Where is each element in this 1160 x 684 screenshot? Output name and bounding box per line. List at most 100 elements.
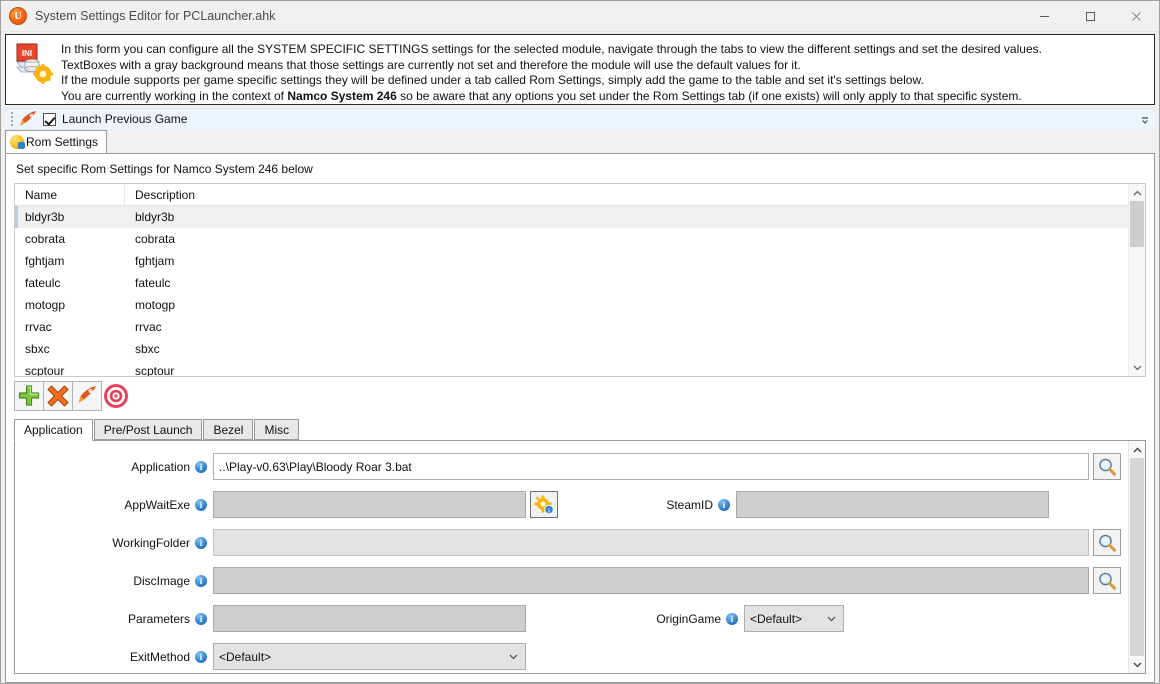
rom-list-scrollbar[interactable] <box>1128 184 1145 376</box>
form-scroll-thumb[interactable] <box>1130 458 1144 656</box>
green-plus-icon <box>17 384 41 408</box>
info-icon[interactable]: i <box>195 574 207 587</box>
tab-pre-post-launch[interactable]: Pre/Post Launch <box>93 419 203 440</box>
field-appwaitexe-steamid: AppWaitExe i i SteamID i <box>15 491 1128 518</box>
rom-list-scroll-track[interactable] <box>1129 201 1145 359</box>
label-parameters: Parameters i <box>15 612 213 626</box>
launch-rom-button[interactable] <box>72 381 102 411</box>
table-row[interactable]: bldyr3b bldyr3b <box>15 206 1145 228</box>
launch-previous-game-checkbox[interactable] <box>43 112 56 126</box>
label-discimage-text: DiscImage <box>133 573 190 588</box>
rom-list-scroll-thumb[interactable] <box>1130 201 1144 247</box>
gear-info-icon: i <box>534 495 554 515</box>
exitmethod-select[interactable]: <Default> <box>213 643 526 670</box>
info-icon[interactable]: i <box>718 498 730 511</box>
magnifier-icon <box>1097 533 1117 553</box>
overflow-chevron-icon[interactable] <box>1140 113 1150 127</box>
close-button[interactable] <box>1113 1 1159 32</box>
rom-settings-icon <box>10 135 25 149</box>
rom-list-header: Name Description <box>15 184 1145 206</box>
cell-name: rrvac <box>25 320 52 334</box>
settings-tab-strip: Application Pre/Post Launch Bezel Misc <box>14 419 1146 441</box>
table-row[interactable]: sbxc sbxc <box>15 338 1145 360</box>
label-steamid: SteamID i <box>558 498 736 512</box>
discimage-browse-button[interactable] <box>1093 567 1121 594</box>
table-row[interactable]: scptour scptour <box>15 360 1145 376</box>
label-exitmethod-text: ExitMethod <box>129 649 190 664</box>
cell-name: fghtjam <box>25 254 65 268</box>
info-icon[interactable]: i <box>195 460 207 473</box>
svg-text:i: i <box>548 507 550 514</box>
chevron-down-icon <box>509 654 518 660</box>
table-row[interactable]: cobrata cobrata <box>15 228 1145 250</box>
form-scrollbar[interactable] <box>1128 441 1145 673</box>
rocket-icon[interactable] <box>17 110 39 128</box>
rom-list[interactable]: Name Description bldyr3b bldyr3b cobrata… <box>14 183 1146 377</box>
cell-description: cobrata <box>135 232 176 246</box>
steamid-input[interactable] <box>736 491 1049 518</box>
scroll-up-icon[interactable] <box>1129 441 1145 458</box>
column-header-name[interactable]: Name <box>15 184 125 205</box>
cell-description: fateulc <box>135 276 171 290</box>
cell-description: bldyr3b <box>135 210 175 224</box>
cell-name: cobrata <box>25 232 66 246</box>
cell-name: bldyr3b <box>25 210 65 224</box>
tab-application[interactable]: Application <box>14 419 93 441</box>
info-icon[interactable]: i <box>195 498 207 511</box>
cell-name: motogp <box>25 298 66 312</box>
field-exitmethod: ExitMethod i <Default> <box>15 643 1128 670</box>
table-row[interactable]: rrvac rrvac <box>15 316 1145 338</box>
table-row[interactable]: fghtjam fghtjam <box>15 250 1145 272</box>
parameters-input[interactable] <box>213 605 526 632</box>
info-icon[interactable]: i <box>195 536 207 549</box>
rom-list-body: bldyr3b bldyr3b cobrata cobrata fghtjam … <box>15 206 1145 376</box>
scroll-up-icon[interactable] <box>1129 184 1145 201</box>
label-appwaitexe: AppWaitExe i <box>15 498 213 512</box>
origingame-select[interactable]: <Default> <box>744 605 844 632</box>
minimize-button[interactable] <box>1021 1 1067 32</box>
application-browse-button[interactable] <box>1093 453 1121 480</box>
application-input[interactable]: ..\Play-v0.63\Play\Bloody Roar 3.bat <box>213 453 1089 480</box>
info-icon[interactable]: i <box>195 612 207 625</box>
discimage-input[interactable] <box>213 567 1089 594</box>
toolbar-grip[interactable] <box>8 111 15 127</box>
target-bullseye-icon <box>103 383 129 409</box>
column-header-description[interactable]: Description <box>125 184 1145 205</box>
workingfolder-browse-button[interactable] <box>1093 529 1121 556</box>
tab-misc[interactable]: Misc <box>254 419 300 440</box>
rom-settings-panel: Set specific Rom Settings for Namco Syst… <box>5 153 1155 683</box>
tab-rom-settings-label: Rom Settings <box>26 135 99 149</box>
cell-name: fateulc <box>25 276 61 290</box>
delete-rom-button[interactable] <box>43 381 73 411</box>
application-settings-form: Application i ..\Play-v0.63\Play\Bloody … <box>14 441 1146 674</box>
top-tab-strip: Rom Settings <box>5 130 1155 153</box>
label-origingame: OriginGame i <box>526 612 744 626</box>
banner-line-4-post: so be aware that any options you set und… <box>396 88 1022 103</box>
scroll-down-icon[interactable] <box>1129 656 1145 673</box>
window-title: System Settings Editor for PCLauncher.ah… <box>35 9 276 23</box>
appwaitexe-input[interactable] <box>213 491 526 518</box>
label-exitmethod: ExitMethod i <box>15 650 213 664</box>
tab-bezel[interactable]: Bezel <box>203 419 254 440</box>
add-rom-button[interactable] <box>14 381 44 411</box>
banner-text: In this form you can configure all the S… <box>61 39 1149 104</box>
info-icon[interactable]: i <box>195 650 207 663</box>
tab-rom-settings[interactable]: Rom Settings <box>5 130 108 153</box>
target-button[interactable] <box>101 381 131 411</box>
field-discimage: DiscImage i <box>15 567 1128 594</box>
banner-line-1: In this form you can configure all the S… <box>61 42 1042 56</box>
table-row[interactable]: motogp motogp <box>15 294 1145 316</box>
workingfolder-input[interactable] <box>213 529 1089 556</box>
appwaitexe-gear-button[interactable]: i <box>530 491 558 518</box>
label-workingfolder-text: WorkingFolder <box>112 535 190 550</box>
info-banner: INI In this form you can configure all t… <box>5 34 1155 105</box>
table-row[interactable]: fateulc fateulc <box>15 272 1145 294</box>
banner-line-4-pre: You are currently working in the context… <box>61 88 288 103</box>
field-workingfolder: WorkingFolder i <box>15 529 1128 556</box>
scroll-down-icon[interactable] <box>1129 359 1145 376</box>
banner-context-system: Namco System 246 <box>287 88 397 103</box>
maximize-button[interactable] <box>1067 1 1113 32</box>
toolbar: Launch Previous Game <box>5 108 1155 130</box>
info-icon[interactable]: i <box>726 612 738 625</box>
cell-description: rrvac <box>135 320 162 334</box>
